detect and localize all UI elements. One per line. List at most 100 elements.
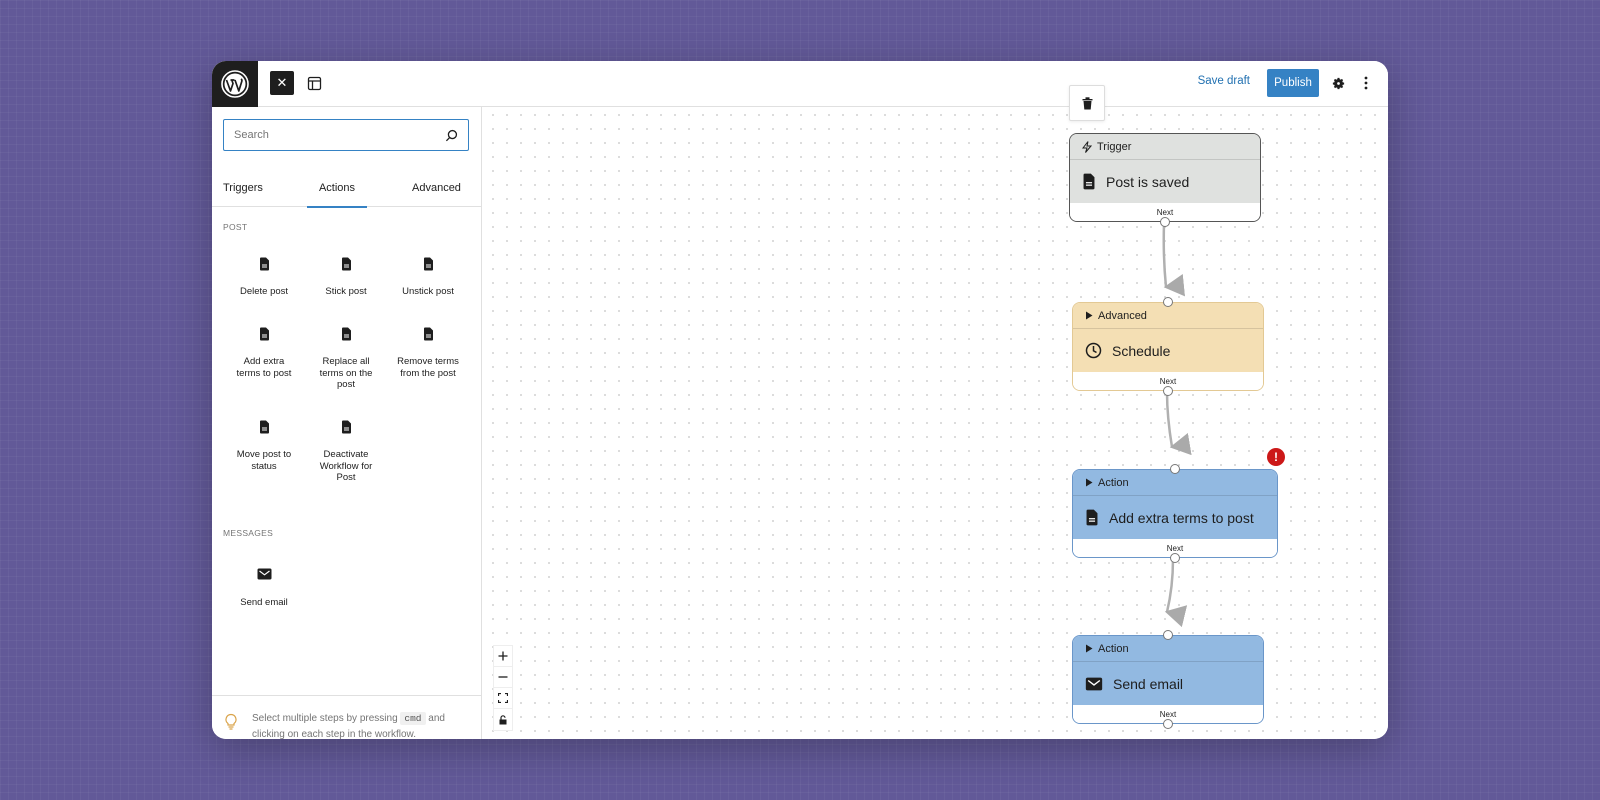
block-label: Stick post [325, 286, 367, 297]
node-title: Send email [1113, 675, 1184, 692]
post-icon [341, 257, 351, 271]
node-body: Add extra terms to post [1073, 496, 1277, 539]
block-delete-post[interactable]: Delete post [223, 257, 305, 298]
editor-header: ✕ Save draft Publish [212, 61, 1388, 107]
workflow-node-add-extra-terms[interactable]: Action Add extra terms to post Next ! [1072, 448, 1285, 563]
post-icon [341, 327, 351, 341]
block-label: Move post to status [236, 449, 292, 472]
output-handle[interactable] [1160, 217, 1170, 227]
block-unstick-post[interactable]: Unstick post [387, 257, 469, 298]
node-type-label: Action [1098, 642, 1129, 655]
tip-divider [212, 695, 481, 696]
section-title-messages: MESSAGES [223, 528, 274, 538]
tip-text-before: Select multiple steps by pressing [252, 713, 398, 724]
gear-icon [1332, 77, 1344, 89]
node-header: Trigger [1070, 134, 1260, 160]
block-label: Replace all terms on the post [319, 356, 373, 390]
clock-icon [1085, 342, 1102, 359]
wordpress-logo[interactable] [212, 61, 258, 107]
post-icon [423, 327, 433, 341]
close-icon: ✕ [276, 75, 288, 90]
block-move-post-to-status[interactable]: Move post to status [223, 420, 305, 472]
node-type-label: Trigger [1097, 140, 1132, 153]
layout-icon [307, 76, 321, 90]
block-label: Unstick post [402, 286, 454, 297]
tip-box: Select multiple steps by pressing cmd an… [224, 711, 474, 739]
post-icon [259, 420, 269, 434]
app-window: ✕ Save draft Publish Search Triggers Act… [212, 61, 1388, 739]
publish-button[interactable]: Publish [1267, 69, 1319, 97]
vertical-ellipsis-icon [1364, 76, 1368, 90]
node-title: Post is saved [1106, 173, 1190, 190]
envelope-icon [1085, 677, 1103, 690]
block-label: Delete post [239, 286, 289, 297]
block-remove-terms[interactable]: Remove terms from the post [387, 327, 469, 379]
post-icon [341, 420, 351, 434]
canvas-zoom-controls [493, 645, 513, 731]
tab-triggers[interactable]: Triggers [223, 169, 263, 207]
output-handle[interactable] [1163, 386, 1173, 396]
zoom-out-button[interactable] [494, 667, 512, 688]
wordpress-logo-icon [221, 70, 249, 98]
save-draft-button[interactable]: Save draft [1198, 75, 1250, 87]
node-body: Post is saved [1070, 160, 1260, 203]
triangle-right-icon [1086, 311, 1093, 320]
plus-icon [498, 651, 508, 661]
workflow-node-schedule[interactable]: Advanced Schedule Next [1072, 297, 1264, 396]
block-stick-post[interactable]: Stick post [305, 257, 387, 298]
edge-trigger-to-schedule [1162, 223, 1186, 297]
workflow-canvas[interactable]: Trigger Post is saved Next Advanced Sche… [483, 85, 1388, 739]
block-replace-all-terms[interactable]: Replace all terms on the post [305, 327, 387, 391]
workflow-node-send-email[interactable]: Action Send email Next [1072, 630, 1264, 729]
trash-icon [1082, 96, 1092, 109]
search-input[interactable] [234, 129, 445, 141]
tip-text: Select multiple steps by pressing cmd an… [252, 711, 474, 739]
node-type-label: Action [1098, 476, 1129, 489]
tab-actions[interactable]: Actions [307, 169, 367, 208]
triangle-right-icon [1086, 478, 1093, 487]
block-label: Add extra terms to post [236, 356, 292, 379]
more-options-button[interactable] [1356, 73, 1376, 93]
workflow-node-trigger[interactable]: Trigger Post is saved Next [1069, 133, 1261, 227]
block-label: Remove terms from the post [397, 356, 459, 379]
lightning-icon [1082, 140, 1092, 153]
input-handle[interactable] [1163, 630, 1173, 640]
block-add-extra-terms[interactable]: Add extra terms to post [223, 327, 305, 379]
fit-view-button[interactable] [494, 688, 512, 709]
node-type-label: Advanced [1098, 309, 1147, 322]
block-inserter-sidebar: Triggers Actions Advanced POST Delete po… [212, 107, 482, 739]
block-deactivate-workflow[interactable]: Deactivate Workflow for Post [305, 420, 387, 484]
output-handle[interactable] [1170, 553, 1180, 563]
envelope-icon [257, 568, 271, 580]
delete-step-button[interactable] [1069, 85, 1105, 121]
keyboard-key: cmd [400, 712, 426, 725]
inserter-tabs: Triggers Actions Advanced [212, 169, 482, 208]
toggle-layout-button[interactable] [304, 73, 324, 93]
search-icon [445, 129, 458, 141]
node-title: Schedule [1112, 342, 1171, 359]
lightbulb-icon [225, 713, 237, 730]
tab-advanced[interactable]: Advanced [412, 169, 461, 207]
post-icon [1083, 173, 1095, 190]
section-title-post: POST [223, 222, 248, 232]
input-handle[interactable] [1163, 297, 1173, 307]
lock-icon [499, 714, 507, 724]
post-icon [423, 257, 433, 271]
post-icon [259, 327, 269, 341]
block-label: Deactivate Workflow for Post [319, 449, 373, 483]
error-badge[interactable]: ! [1267, 448, 1285, 466]
post-icon [259, 257, 269, 271]
block-send-email[interactable]: Send email [223, 568, 305, 609]
minus-icon [498, 676, 508, 678]
lock-button[interactable] [494, 709, 512, 730]
search-field[interactable] [223, 119, 469, 151]
post-icon [1086, 509, 1098, 526]
zoom-in-button[interactable] [494, 646, 512, 667]
settings-button[interactable] [1328, 73, 1348, 93]
close-button[interactable]: ✕ [270, 71, 294, 95]
node-body: Schedule [1073, 329, 1263, 372]
edge-schedule-to-add-terms [1165, 391, 1192, 456]
node-body: Send email [1073, 662, 1263, 705]
output-handle[interactable] [1163, 719, 1173, 729]
input-handle[interactable] [1170, 464, 1180, 474]
